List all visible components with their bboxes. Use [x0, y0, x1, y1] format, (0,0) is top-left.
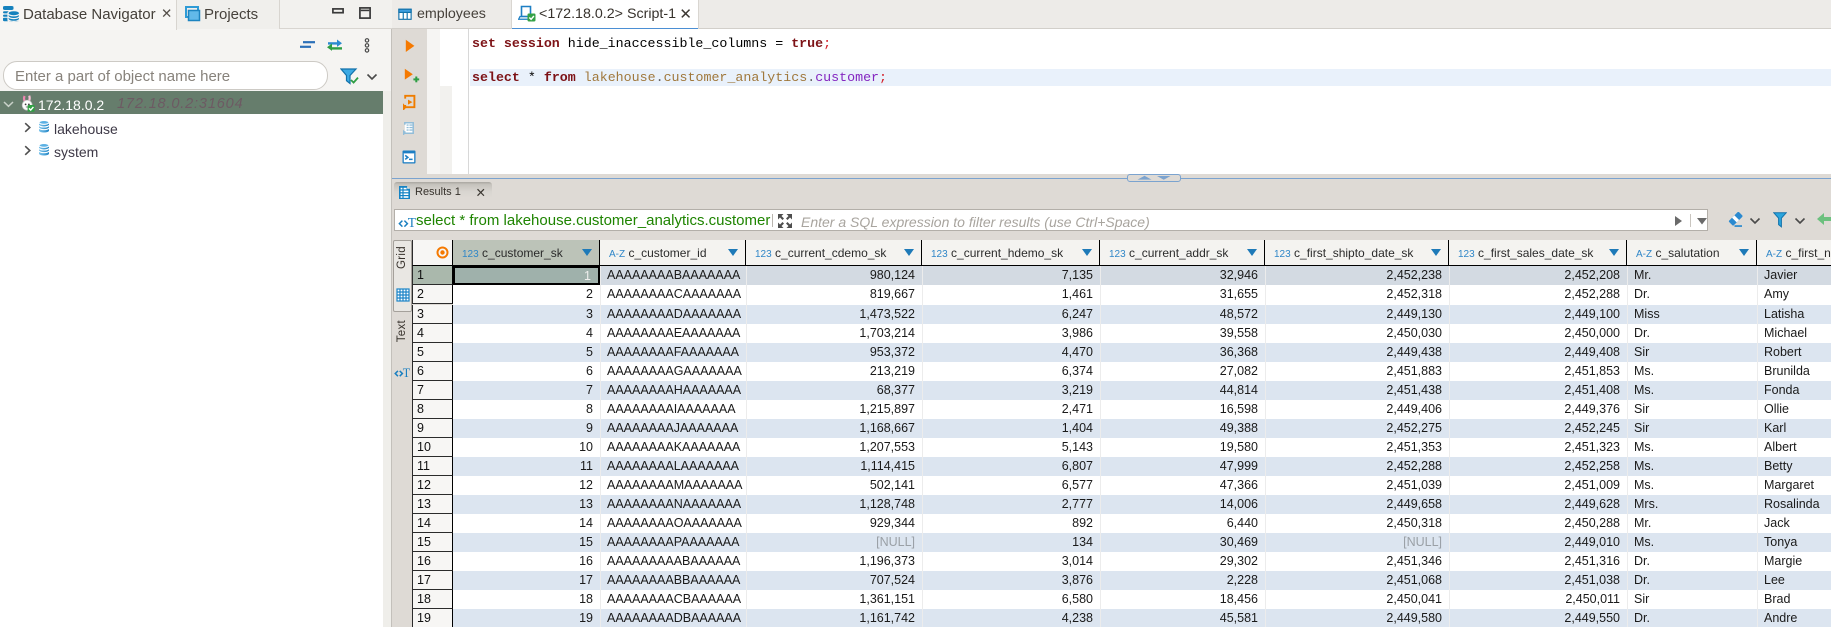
svg-text:T: T	[403, 366, 411, 380]
